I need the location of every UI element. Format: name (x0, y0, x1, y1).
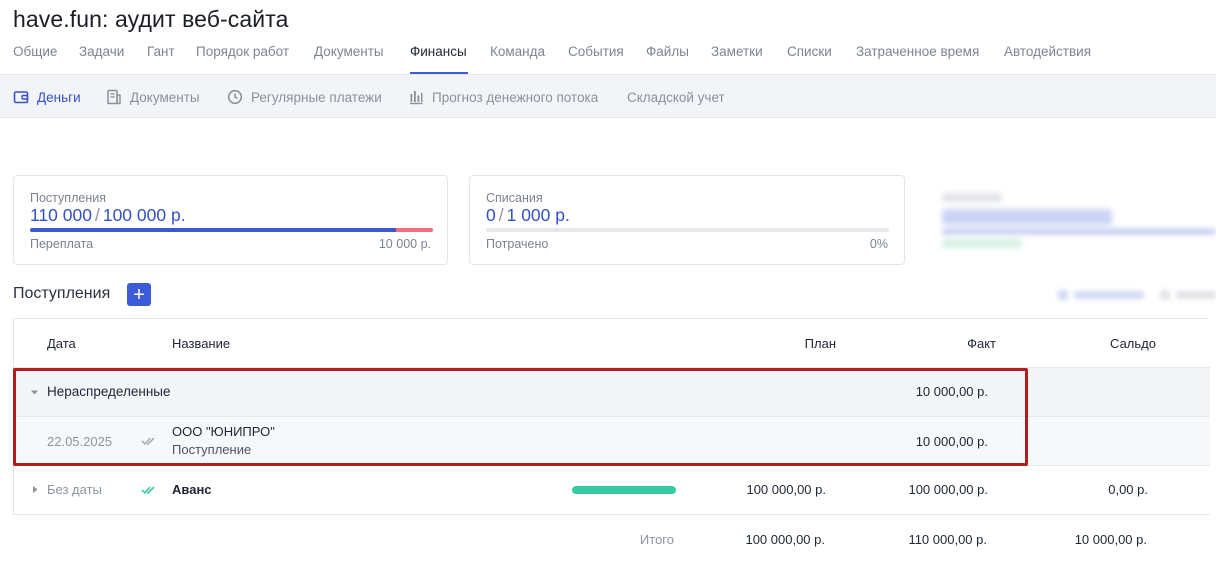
table-totals-row: Итого 100 000,00 р. 110 000,00 р. 10 000… (13, 515, 1209, 563)
tab-lists[interactable]: Списки (787, 44, 832, 59)
blurred-placeholder (1074, 291, 1144, 299)
chevron-right-icon[interactable] (31, 485, 39, 494)
column-header-balance[interactable]: Сальдо (1056, 336, 1156, 351)
income-plan: 100 000 р. (102, 205, 186, 225)
tab-team[interactable]: Команда (490, 44, 545, 59)
blurred-placeholder (1176, 291, 1216, 299)
tab-time-spent[interactable]: Затраченное время (856, 44, 979, 59)
column-header-plan[interactable]: План (736, 336, 836, 351)
column-header-fact[interactable]: Факт (896, 336, 996, 351)
tab-automations[interactable]: Автодействия (1004, 44, 1091, 59)
blurred-balance-card (922, 165, 1216, 275)
item-fact: 10 000,00 р. (915, 434, 988, 449)
blurred-placeholder (942, 209, 1112, 225)
nodate-plan: 100 000,00 р. (746, 482, 826, 497)
subnav-recurring-label: Регулярные платежи (251, 89, 382, 105)
blurred-placeholder (942, 229, 1216, 234)
tab-files[interactable]: Файлы (646, 44, 689, 59)
tab-tasks[interactable]: Задачи (79, 44, 124, 59)
nodate-fact: 100 000,00 р. (908, 482, 988, 497)
item-type: Поступление (172, 442, 252, 457)
bar-chart-icon (410, 91, 423, 105)
expense-separator: / (498, 205, 504, 225)
wallet-icon (13, 91, 29, 104)
income-footer-value: 10 000 р. (378, 237, 431, 251)
table-row-group-nodate[interactable]: Без даты Аванс 100 000,00 р. 100 000,00 … (14, 466, 1210, 515)
table-row-group-unallocated[interactable]: Нераспределенные 10 000,00 р. (14, 368, 1210, 417)
totals-fact: 110 000,00 р. (908, 532, 987, 547)
chevron-down-icon[interactable] (30, 388, 39, 397)
active-tab-indicator (410, 72, 468, 74)
nodate-balance: 0,00 р. (1108, 482, 1148, 497)
tab-notes[interactable]: Заметки (711, 44, 763, 59)
tab-finance[interactable]: Финансы (410, 44, 467, 59)
income-table: Дата Название План Факт Сальдо Нераспред… (13, 318, 1210, 515)
subnav-warehouse[interactable]: Складской учет (627, 88, 725, 106)
item-date: 22.05.2025 (47, 434, 113, 449)
expense-plan: 1 000 р. (506, 205, 570, 225)
income-separator: / (94, 205, 100, 225)
tab-gantt[interactable]: Гант (147, 44, 175, 59)
finance-page: have.fun: аудит веб-сайта Общие Задачи Г… (0, 0, 1216, 580)
income-summary-card[interactable]: Поступления 110 000/100 000 р. Переплата… (13, 175, 448, 265)
income-progress-fill (30, 228, 397, 232)
tab-workflow[interactable]: Порядок работ (196, 44, 289, 59)
blurred-toolbar (1052, 286, 1216, 304)
expense-card-amount: 0/1 000 р. (486, 205, 570, 226)
subnav-money[interactable]: Деньги (13, 88, 81, 106)
column-header-date[interactable]: Дата (47, 336, 76, 351)
income-progress-bar (30, 228, 433, 232)
table-header-row: Дата Название План Факт Сальдо (14, 319, 1210, 368)
project-tabs: Общие Задачи Гант Порядок работ Документ… (0, 40, 1216, 75)
column-header-name[interactable]: Название (172, 336, 230, 351)
blurred-placeholder (1160, 290, 1170, 300)
subnav-money-label: Деньги (37, 89, 81, 105)
income-actual: 110 000 (30, 205, 92, 225)
finance-subnav: Деньги Документы Регулярные платежи Прог… (0, 75, 1216, 118)
income-card-amount: 110 000/100 000 р. (30, 205, 186, 226)
expense-progress-bar (486, 228, 889, 232)
totals-label: Итого (639, 532, 674, 547)
nodate-progress-bar (572, 486, 676, 494)
income-overpay-fill (396, 228, 433, 232)
item-name[interactable]: ООО "ЮНИПРО" (172, 424, 275, 439)
expense-card-label: Списания (486, 191, 543, 205)
blurred-placeholder (1058, 290, 1068, 300)
expense-footer-value: 0% (869, 237, 888, 251)
totals-balance: 10 000,00 р. (1074, 532, 1147, 547)
subnav-documents-label: Документы (130, 89, 200, 105)
expense-summary-card[interactable]: Списания 0/1 000 р. Потрачено 0% (469, 175, 905, 265)
clock-icon (227, 89, 243, 105)
page-title: have.fun: аудит веб-сайта (13, 6, 289, 32)
income-section-title: Поступления (13, 285, 111, 302)
nodate-name[interactable]: Аванс (172, 482, 212, 497)
subnav-warehouse-label: Складской учет (627, 89, 725, 105)
tab-general[interactable]: Общие (13, 44, 57, 59)
expense-actual: 0 (486, 205, 496, 225)
blurred-placeholder (942, 239, 1022, 248)
tab-events[interactable]: События (568, 44, 624, 59)
income-card-label: Поступления (30, 191, 106, 205)
expense-footer-label: Потрачено (486, 237, 549, 251)
subnav-cashflow[interactable]: Прогноз денежного потока (408, 88, 598, 106)
group-fact: 10 000,00 р. (915, 384, 988, 399)
double-check-icon (141, 486, 155, 495)
table-row[interactable]: 22.05.2025 ООО "ЮНИПРО" Поступление 10 0… (14, 417, 1210, 466)
subnav-documents[interactable]: Документы (106, 88, 200, 106)
income-footer-label: Переплата (30, 237, 94, 251)
group-label: Нераспределенные (47, 384, 171, 399)
document-icon (107, 89, 121, 105)
subnav-recurring[interactable]: Регулярные платежи (227, 88, 382, 106)
tab-documents[interactable]: Документы (314, 44, 384, 59)
subnav-cashflow-label: Прогноз денежного потока (432, 89, 599, 105)
blurred-placeholder (942, 193, 1002, 202)
double-check-icon (141, 437, 155, 446)
add-income-button[interactable]: + (127, 283, 151, 306)
nodate-label: Без даты (47, 482, 102, 497)
totals-plan: 100 000,00 р. (745, 532, 825, 547)
